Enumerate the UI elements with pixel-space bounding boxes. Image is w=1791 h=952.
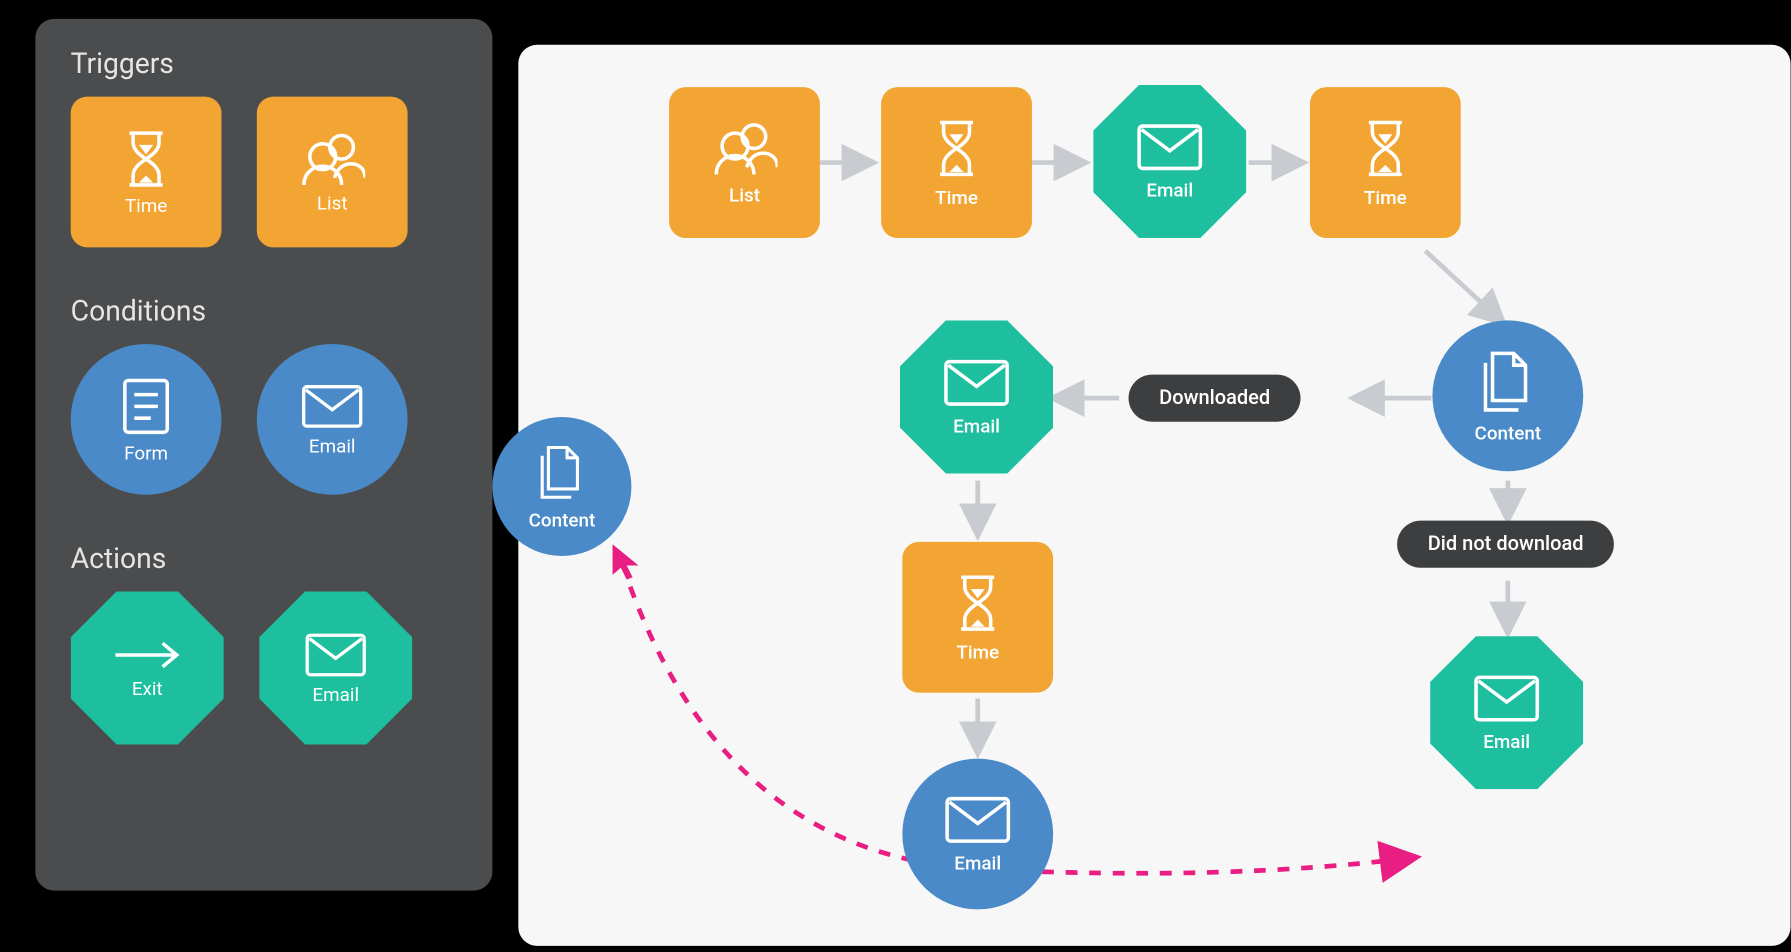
palette-item-form[interactable]: Form	[71, 344, 222, 495]
envelope-icon	[300, 382, 364, 434]
palette-section-conditions: Conditions Form Email	[71, 295, 457, 495]
node-email-2[interactable]: Email	[900, 320, 1053, 473]
node-label: List	[729, 183, 760, 205]
section-heading: Triggers	[71, 47, 457, 80]
section-heading: Conditions	[71, 295, 457, 328]
envelope-icon	[944, 795, 1012, 844]
hourglass-icon	[123, 128, 170, 194]
users-icon	[299, 130, 365, 191]
node-label: Content	[529, 508, 596, 530]
node-label: Email	[954, 851, 1001, 873]
hourglass-icon	[954, 572, 1001, 633]
node-label: Email	[953, 414, 1000, 436]
palette-item-email-action[interactable]: Email	[259, 591, 412, 744]
envelope-icon	[1473, 673, 1541, 722]
palette-item-email[interactable]: Email	[257, 344, 408, 495]
palette-section-triggers: Triggers Time List	[71, 47, 457, 247]
node-label: Email	[1146, 178, 1193, 200]
palette-item-exit[interactable]: Exit	[71, 591, 224, 744]
edge-label-downloaded: Downloaded	[1129, 375, 1301, 422]
palette-item-label: Time	[125, 194, 167, 216]
form-icon	[120, 375, 172, 441]
node-time-3[interactable]: Time	[902, 542, 1053, 693]
palette-item-time[interactable]: Time	[71, 97, 222, 248]
document-copy-icon	[1478, 348, 1537, 414]
palette-item-label: Email	[309, 434, 356, 456]
palette-item-list[interactable]: List	[257, 97, 408, 248]
document-copy-icon	[536, 442, 588, 501]
arrow-right-icon	[111, 637, 184, 677]
node-label: Content	[1475, 421, 1542, 443]
node-label: Email	[1483, 730, 1530, 752]
envelope-icon	[942, 358, 1010, 407]
envelope-icon	[1136, 122, 1204, 171]
node-label: Time	[935, 186, 978, 208]
node-time-2[interactable]: Time	[1310, 87, 1461, 238]
hourglass-icon	[933, 117, 980, 178]
node-list[interactable]: List	[669, 87, 820, 238]
palette-item-label: Email	[312, 683, 359, 705]
edge-label-did-not-download: Did not download	[1397, 521, 1614, 568]
node-label: Time	[956, 640, 999, 662]
cursor-icon	[610, 542, 645, 582]
node-email-3[interactable]: Email	[902, 759, 1053, 910]
palette-item-label: Exit	[132, 677, 163, 699]
users-icon	[712, 120, 778, 177]
dragging-node-content[interactable]: Content	[492, 417, 631, 556]
section-heading: Actions	[71, 542, 457, 575]
palette-item-label: List	[317, 191, 348, 213]
node-label: Time	[1364, 186, 1407, 208]
node-time-1[interactable]: Time	[881, 87, 1032, 238]
envelope-icon	[304, 631, 368, 683]
palette-item-label: Form	[124, 441, 168, 463]
hourglass-icon	[1362, 117, 1409, 178]
workflow-builder-diagram: List Time Email Time Content Downloaded …	[0, 0, 1791, 946]
palette-section-actions: Actions Exit Email	[71, 542, 457, 745]
palette-panel: Triggers Time List Conditions	[35, 19, 492, 891]
node-content[interactable]: Content	[1432, 320, 1583, 471]
